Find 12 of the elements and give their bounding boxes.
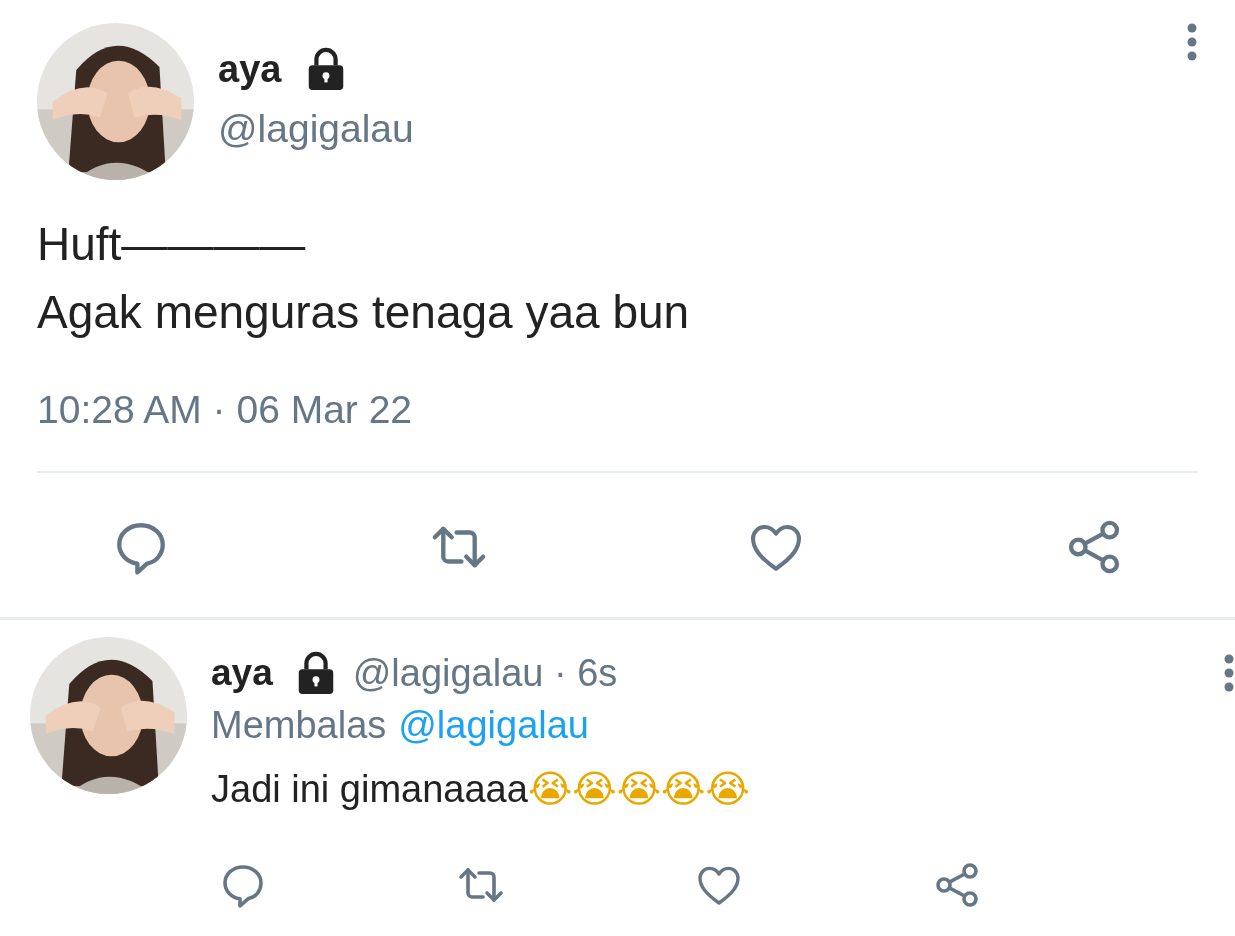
user-handle: @lagigalau <box>218 106 415 152</box>
user-name: aya <box>211 651 273 695</box>
tweet-text: Huft———— <box>37 217 307 272</box>
timestamp: 10:28 AM · 06 Mar 22 <box>37 387 414 433</box>
reply-text: Jadi ini gimanaaaa😭😭😭😭😭 <box>211 766 750 813</box>
user-name: aya <box>218 47 282 92</box>
more-options-icon[interactable] <box>1223 654 1235 692</box>
user-handle: @lagigalau · 6s <box>352 651 618 696</box>
more-options-icon[interactable] <box>1186 23 1198 61</box>
replying-label: Membalas <box>211 703 387 748</box>
mention-link[interactable]: @lagigalau <box>398 699 589 751</box>
tweet-text: Agak menguras tenaga yaa bun <box>37 285 691 340</box>
